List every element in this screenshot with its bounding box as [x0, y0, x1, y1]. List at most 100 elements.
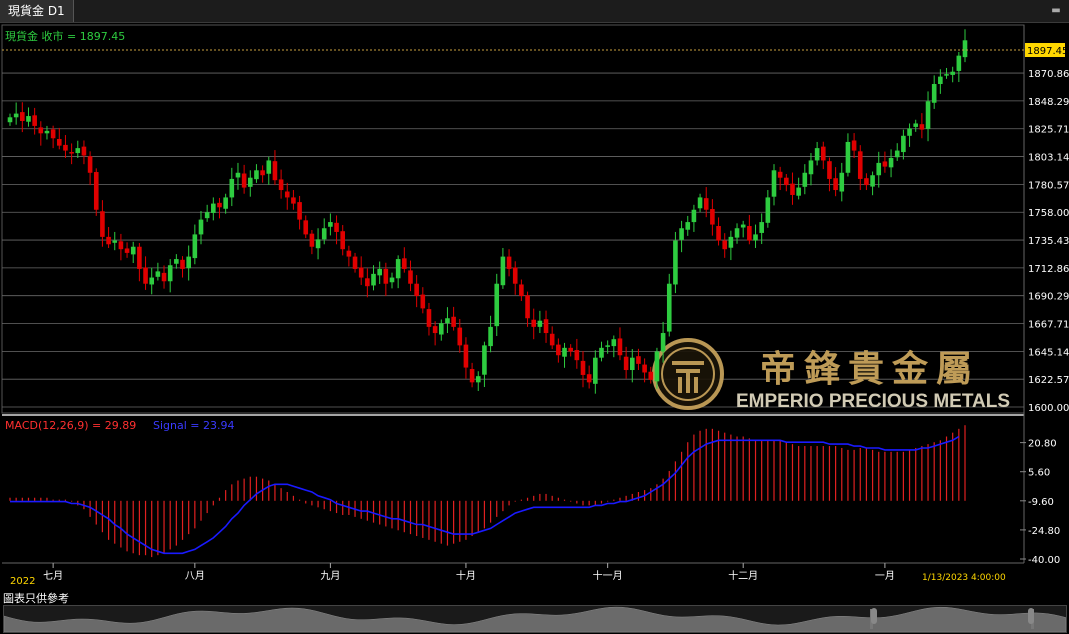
tab-chart[interactable]: 現貨金 D1	[0, 0, 74, 22]
candle-body	[617, 338, 623, 356]
last-price-value: 1897.45	[1027, 46, 1068, 57]
candle-body	[494, 283, 500, 327]
candle-body	[673, 240, 678, 285]
candle-body	[500, 256, 506, 286]
candle-body	[217, 202, 222, 208]
candle-body	[20, 112, 25, 121]
candle-body	[519, 284, 524, 297]
price-tick-label: 1600.00	[1028, 403, 1069, 414]
candle-body	[820, 146, 826, 161]
month-label: 十月	[456, 569, 476, 582]
price-tick-label: 1735.43	[1028, 236, 1069, 247]
price-tick-label: 1825.71	[1028, 125, 1069, 136]
candle-body	[845, 141, 851, 173]
macd-tick-label: -40.00	[1028, 555, 1060, 566]
candle-body	[38, 127, 44, 134]
candle-body	[697, 197, 703, 209]
candle-body	[512, 267, 518, 284]
chart-area[interactable]: 1870.86 1848.29 1825.71 1803.14 1780.57 1758.…	[0, 23, 1069, 588]
candle-body	[365, 278, 370, 287]
candle-body	[26, 116, 31, 122]
candle-body	[235, 172, 241, 178]
candle-body	[888, 157, 894, 168]
scroll-handle-right-icon[interactable]	[1028, 608, 1034, 624]
candle-body	[297, 202, 302, 220]
watermark-chinese: 帝鋒貴金屬	[760, 348, 980, 390]
candle-body	[56, 138, 62, 146]
candle-body	[531, 319, 537, 327]
price-tick-label: 1803.14	[1028, 153, 1069, 164]
candle-body	[482, 345, 487, 375]
disclaimer-text: 圖表只供參考	[3, 592, 69, 605]
candle-body	[574, 350, 580, 361]
price-tick-label: 1690.29	[1028, 292, 1069, 303]
candle-body	[562, 347, 567, 357]
macd-legend-macd: MACD(12,26,9) = 29.89	[5, 419, 136, 432]
chart-scrollbar[interactable]	[3, 605, 1067, 633]
candle-body	[395, 259, 401, 279]
month-label: 十二月	[728, 569, 758, 582]
candle-body	[100, 211, 105, 237]
candle-body	[340, 231, 346, 250]
price-tick-label: 1645.14	[1028, 347, 1069, 358]
candle-body	[556, 344, 561, 356]
watermark-company: EMPERIO PRECIOUS METALS	[736, 391, 1010, 412]
candle-body	[777, 171, 783, 178]
month-label: 十一月	[593, 569, 623, 582]
candle-body	[44, 130, 50, 134]
candle-body	[229, 178, 235, 198]
candle-body	[728, 236, 734, 248]
candle-body	[827, 161, 832, 179]
candle-body	[130, 246, 136, 255]
candle-body	[629, 357, 635, 371]
candle-body	[81, 146, 87, 156]
candle-body	[149, 277, 155, 285]
candle-body	[950, 71, 955, 75]
candle-body	[771, 170, 777, 197]
candle-body	[599, 347, 604, 358]
candle-body	[124, 248, 130, 253]
price-tick-label: 1848.29	[1028, 97, 1069, 108]
candle-body	[833, 178, 838, 191]
candle-body	[796, 187, 801, 196]
candle-body	[642, 364, 647, 373]
candle-body	[802, 172, 808, 187]
candle-body	[328, 222, 333, 227]
candle-body	[377, 268, 382, 276]
candle-body	[740, 224, 746, 228]
candle-body	[623, 356, 629, 371]
window-titlebar: 現貨金 D1 ▬	[0, 0, 1069, 23]
candle-body	[654, 351, 660, 382]
candle-body	[260, 170, 265, 176]
candle-body	[703, 198, 709, 210]
scroll-handle-left-icon[interactable]	[871, 608, 877, 624]
candle-body	[87, 156, 93, 173]
candle-body	[839, 172, 845, 192]
candle-body	[291, 197, 296, 204]
month-label: 九月	[320, 570, 340, 582]
window-menu-icon[interactable]: ▬	[1049, 4, 1063, 18]
candle-body	[685, 222, 691, 230]
price-tick-label: 1780.57	[1028, 180, 1069, 191]
candle-body	[161, 272, 167, 282]
candle-body	[457, 327, 463, 346]
candle-body	[284, 191, 290, 198]
candle-body	[765, 197, 771, 223]
candle-body	[759, 222, 764, 233]
candle-body	[451, 316, 456, 327]
price-tick-label: 1712.86	[1028, 264, 1069, 275]
scrollbar-thumb[interactable]	[870, 609, 1034, 629]
candle-body	[198, 219, 204, 235]
candle-body	[864, 178, 869, 186]
candle-body	[272, 161, 278, 181]
candle-body	[851, 140, 857, 151]
candle-body	[445, 318, 450, 324]
candle-body	[167, 265, 173, 282]
candle-body	[309, 233, 315, 247]
candle-body	[710, 209, 715, 225]
candle-body	[919, 124, 925, 130]
candle-body	[870, 175, 875, 187]
price-legend: 現貨金 收市 = 1897.45	[5, 29, 125, 43]
candle-body	[543, 319, 549, 334]
candle-body	[346, 250, 352, 257]
